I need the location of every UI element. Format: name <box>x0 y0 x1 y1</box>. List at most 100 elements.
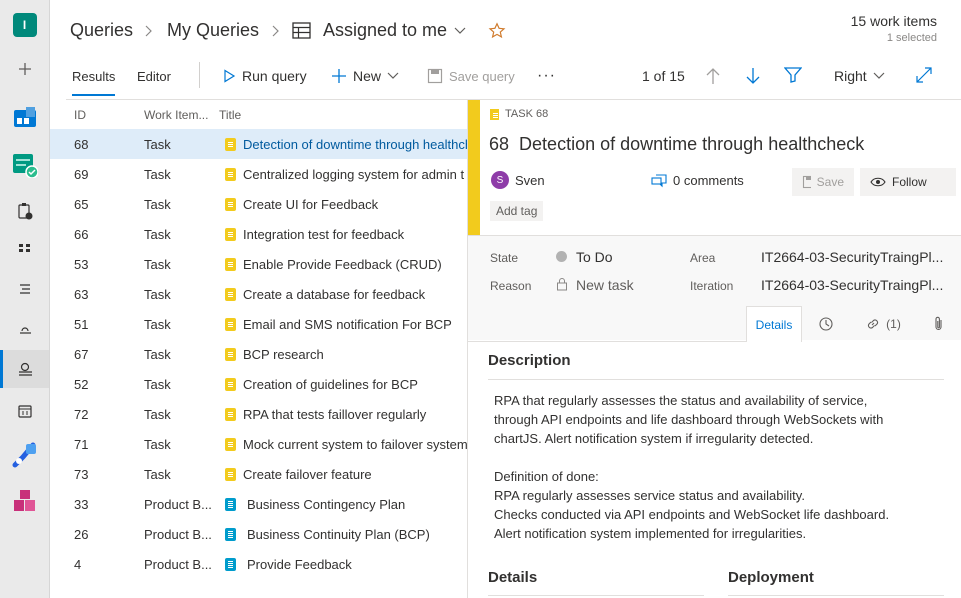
row-work-item-type: Product B... <box>144 557 212 572</box>
tab-results[interactable]: Results <box>72 66 116 96</box>
area-value[interactable]: IT2664-03-SecurityTraingPl... <box>761 249 943 265</box>
boards-overview-button[interactable] <box>0 146 49 184</box>
row-title[interactable]: Enable Provide Feedback (CRUD) <box>243 257 468 272</box>
work-items-button[interactable] <box>0 192 49 230</box>
column-header-type[interactable]: Work Item... <box>144 108 208 122</box>
assigned-to-field[interactable]: S Sven <box>491 171 545 189</box>
link-icon <box>868 319 879 329</box>
tab-editor[interactable]: Editor <box>137 66 171 86</box>
table-row[interactable]: 69 Task Centralized logging system for adm… <box>50 159 468 189</box>
more-actions-button[interactable]: ··· <box>537 66 556 86</box>
row-title[interactable]: Detection of downtime through healthchec… <box>243 137 468 152</box>
table-row[interactable]: 4 Product B... Provide Feedback <box>50 549 468 579</box>
chevron-right-icon <box>272 25 279 37</box>
row-title[interactable]: Creation of guidelines for BCP <box>243 377 468 392</box>
avatar: S <box>491 171 509 189</box>
save-icon <box>802 175 811 189</box>
boards-hub-button[interactable] <box>0 98 49 136</box>
save-button[interactable]: Save <box>792 168 854 196</box>
sprints-button[interactable] <box>0 310 49 348</box>
run-query-button[interactable]: Run query <box>222 66 307 86</box>
arrow-down-icon[interactable] <box>745 67 761 85</box>
task-icon <box>225 258 236 271</box>
tab-details[interactable]: Details <box>746 306 802 342</box>
artifacts-button[interactable] <box>0 482 49 520</box>
play-icon <box>224 69 236 83</box>
description-line: Checks conducted via API endpoints and W… <box>494 507 890 522</box>
chevron-down-icon[interactable] <box>453 25 467 37</box>
comments-link[interactable]: 0 comments <box>651 173 744 188</box>
tab-links[interactable]: (1) <box>850 306 916 342</box>
row-title[interactable]: Business Contingency Plan <box>247 497 468 512</box>
reason-value[interactable]: New task <box>576 277 634 293</box>
state-value[interactable]: To Do <box>576 249 613 265</box>
row-title[interactable]: Provide Feedback <box>247 557 468 572</box>
tab-attachments[interactable] <box>916 306 961 342</box>
pane-position-dropdown[interactable]: Right <box>834 66 885 86</box>
work-item-count: 15 work items <box>850 13 937 29</box>
pipelines-button[interactable] <box>0 436 49 474</box>
table-row[interactable]: 65 Task Create UI for Feedback <box>50 189 468 219</box>
new-project-button[interactable] <box>0 50 49 88</box>
organization-button[interactable]: I <box>0 6 49 44</box>
row-work-item-type: Product B... <box>144 497 212 512</box>
artifacts-icon <box>13 490 35 511</box>
row-title[interactable]: RPA that tests faillover regularly <box>243 407 468 422</box>
work-item-title[interactable]: 68 Detection of downtime through healthc… <box>489 134 864 155</box>
filter-icon[interactable] <box>784 67 802 83</box>
row-id: 71 <box>74 437 89 452</box>
toolbar-divider <box>199 62 200 88</box>
tab-history[interactable] <box>802 306 850 342</box>
row-id: 69 <box>74 167 89 182</box>
boards-button[interactable] <box>0 230 49 268</box>
task-icon <box>225 228 236 241</box>
description-line: through API endpoints and life dashboard… <box>494 412 884 427</box>
row-title[interactable]: Email and SMS notification For BCP <box>243 317 468 332</box>
task-icon <box>225 438 236 451</box>
row-title[interactable]: Mock current system to failover system <box>243 437 468 452</box>
table-row[interactable]: 63 Task Create a database for feedback <box>50 279 468 309</box>
save-query-button[interactable]: Save query <box>427 66 515 86</box>
column-header-id[interactable]: ID <box>74 108 86 122</box>
table-row[interactable]: 67 Task BCP research <box>50 339 468 369</box>
row-id: 67 <box>74 347 89 362</box>
task-icon <box>225 318 236 331</box>
table-row[interactable]: 53 Task Enable Provide Feedback (CRUD) <box>50 249 468 279</box>
row-title[interactable]: Create a database for feedback <box>243 287 468 302</box>
tasks-icon <box>17 203 32 220</box>
follow-button[interactable]: Follow <box>860 168 956 196</box>
row-title[interactable]: Centralized logging system for admin t <box>243 167 468 182</box>
description-divider <box>488 379 944 380</box>
table-row[interactable]: 26 Product B... Business Continuity Plan (… <box>50 519 468 549</box>
row-title[interactable]: Create failover feature <box>243 467 468 482</box>
queries-button[interactable] <box>0 350 49 388</box>
row-title[interactable]: Integration test for feedback <box>243 227 468 242</box>
breadcrumb-queries[interactable]: Queries <box>70 20 133 41</box>
favorite-star-icon[interactable] <box>488 22 506 40</box>
description-field[interactable]: RPA that regularly assesses the status a… <box>494 391 954 543</box>
new-button[interactable]: New <box>331 66 399 86</box>
backlogs-button[interactable] <box>0 270 49 308</box>
delivery-plans-button[interactable] <box>0 392 49 430</box>
table-row[interactable]: 71 Task Mock current system to failover sy… <box>50 429 468 459</box>
column-header-title[interactable]: Title <box>219 108 241 122</box>
save-query-label: Save query <box>449 68 515 84</box>
iteration-value[interactable]: IT2664-03-SecurityTraingPl... <box>761 277 943 293</box>
arrow-up-icon[interactable] <box>705 67 721 85</box>
row-title[interactable]: Create UI for Feedback <box>243 197 468 212</box>
table-row[interactable]: 52 Task Creation of guidelines for BCP <box>50 369 468 399</box>
breadcrumb-query-name[interactable]: Assigned to me <box>323 20 447 41</box>
lock-icon <box>557 278 567 291</box>
row-title[interactable]: Business Continuity Plan (BCP) <box>247 527 468 542</box>
row-title[interactable]: BCP research <box>243 347 468 362</box>
table-row[interactable]: 51 Task Email and SMS notification For BCP <box>50 309 468 339</box>
table-row[interactable]: 66 Task Integration test for feedback <box>50 219 468 249</box>
table-row[interactable]: 72 Task RPA that tests faillover regularly <box>50 399 468 429</box>
table-row[interactable]: 68 Task Detection of downtime through heal… <box>50 129 468 159</box>
table-row[interactable]: 73 Task Create failover feature <box>50 459 468 489</box>
expand-icon[interactable] <box>916 67 932 83</box>
breadcrumb-my-queries[interactable]: My Queries <box>167 20 259 41</box>
results-grid: ID Work Item... Title 68 Task Detection of… <box>50 100 468 598</box>
table-row[interactable]: 33 Product B... Business Contingency Plan <box>50 489 468 519</box>
add-tag-button[interactable]: Add tag <box>490 201 544 221</box>
